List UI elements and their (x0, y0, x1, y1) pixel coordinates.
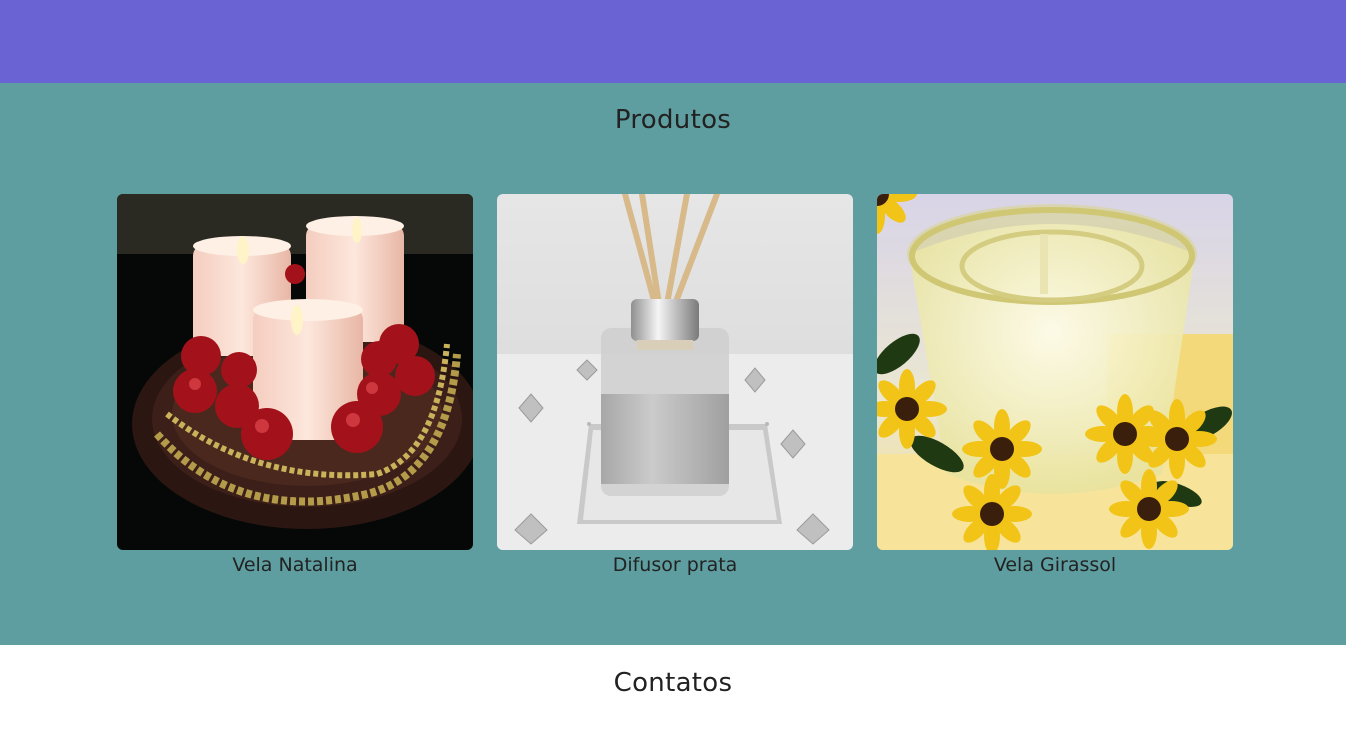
product-label: Vela Girassol (993, 554, 1117, 576)
product-label: Difusor prata (612, 554, 738, 576)
contacts-title: Contatos (613, 668, 733, 698)
silver-diffuser-image[interactable] (497, 194, 853, 550)
product-card[interactable]: Difusor prata (497, 194, 853, 576)
products-section: Produtos Vela Natalina Difusor prata Vel… (0, 83, 1346, 645)
contacts-section: Contatos (0, 645, 1346, 754)
sunflower-candle-image[interactable] (877, 194, 1233, 550)
product-label: Vela Natalina (232, 554, 358, 576)
christmas-candles-image[interactable] (117, 194, 473, 550)
product-card[interactable]: Vela Natalina (117, 194, 473, 576)
product-card[interactable]: Vela Girassol (877, 194, 1233, 576)
top-header-bar (0, 0, 1346, 83)
products-title: Produtos (614, 105, 732, 135)
product-grid: Vela Natalina Difusor prata Vela Girasso… (117, 194, 1233, 576)
